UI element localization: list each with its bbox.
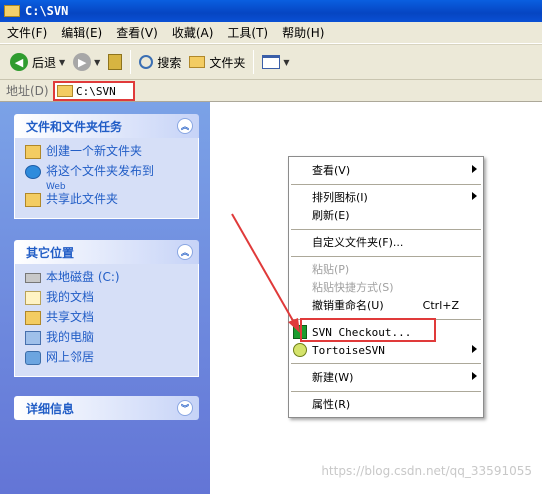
annotation-arrow bbox=[231, 213, 300, 333]
watermark: https://blog.csdn.net/qq_33591055 bbox=[321, 464, 532, 478]
arrow-line bbox=[231, 213, 297, 327]
arrow-head bbox=[288, 318, 300, 333]
